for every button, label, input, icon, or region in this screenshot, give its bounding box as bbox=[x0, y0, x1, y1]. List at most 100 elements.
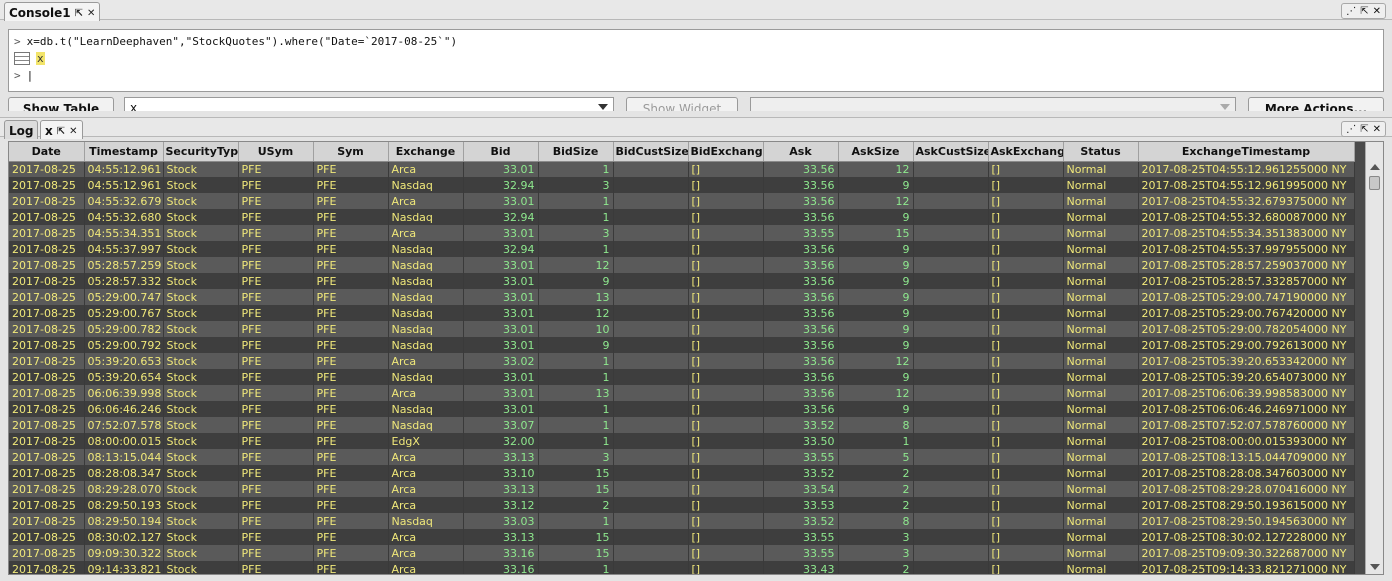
table-cell-usym[interactable]: PFE bbox=[238, 209, 314, 225]
table-cell-bidsize[interactable]: 13 bbox=[538, 289, 614, 305]
table-cell-status[interactable]: Normal bbox=[1063, 369, 1139, 385]
table-cell-ask[interactable]: 33.53 bbox=[763, 497, 839, 513]
table-cell-securitytype[interactable]: Stock bbox=[163, 225, 239, 241]
table-cell-exchange[interactable]: Nasdaq bbox=[388, 177, 464, 193]
table-cell-bidcustsize[interactable] bbox=[613, 465, 689, 481]
table-cell-askexchange[interactable]: [] bbox=[988, 545, 1064, 561]
table-cell-exchangetimestamp[interactable]: 2017-08-25T05:29:00.747190000 NY bbox=[1138, 289, 1355, 305]
table-cell-status[interactable]: Normal bbox=[1063, 225, 1139, 241]
table-cell-bid[interactable]: 33.10 bbox=[463, 465, 539, 481]
table-cell-askexchange[interactable]: [] bbox=[988, 561, 1064, 574]
table-cell-sym[interactable]: PFE bbox=[313, 385, 389, 401]
table-cell-bidsize[interactable]: 3 bbox=[538, 225, 614, 241]
table-cell-date[interactable]: 2017-08-25 bbox=[9, 289, 85, 305]
table-cell-bidcustsize[interactable] bbox=[613, 193, 689, 209]
table-cell-bidexchange[interactable]: [] bbox=[688, 433, 764, 449]
table-cell-asksize[interactable]: 9 bbox=[838, 257, 914, 273]
table-cell-ask[interactable]: 33.52 bbox=[763, 513, 839, 529]
table-cell-securitytype[interactable]: Stock bbox=[163, 385, 239, 401]
table-cell-exchange[interactable]: Nasdaq bbox=[388, 321, 464, 337]
table-cell-bidcustsize[interactable] bbox=[613, 369, 689, 385]
table-cell-exchange[interactable]: Arca bbox=[388, 561, 464, 574]
table-cell-sym[interactable]: PFE bbox=[313, 353, 389, 369]
table-cell-askexchange[interactable]: [] bbox=[988, 161, 1064, 177]
close-icon[interactable]: ✕ bbox=[1373, 6, 1381, 17]
table-cell-asksize[interactable]: 2 bbox=[838, 465, 914, 481]
table-row[interactable]: 2017-08-25 04:55:37.997 Stock PFE PFE Nasdaq 3… bbox=[9, 241, 1355, 257]
table-cell-ask[interactable]: 33.54 bbox=[763, 481, 839, 497]
table-cell-bid[interactable]: 33.01 bbox=[463, 337, 539, 353]
vertical-scrollbar[interactable] bbox=[1365, 142, 1383, 574]
table-cell-exchange[interactable]: Arca bbox=[388, 449, 464, 465]
table-cell-date[interactable]: 2017-08-25 bbox=[9, 417, 85, 433]
table-cell-securitytype[interactable]: Stock bbox=[163, 337, 239, 353]
table-cell-bid[interactable]: 33.02 bbox=[463, 353, 539, 369]
table-cell-bidcustsize[interactable] bbox=[613, 305, 689, 321]
table-cell-status[interactable]: Normal bbox=[1063, 257, 1139, 273]
table-cell-askcustsize[interactable] bbox=[913, 529, 989, 545]
table-cell-ask[interactable]: 33.55 bbox=[763, 529, 839, 545]
table-cell-timestamp[interactable]: 08:13:15.044 bbox=[84, 449, 164, 465]
table-cell-status[interactable]: Normal bbox=[1063, 449, 1139, 465]
table-cell-timestamp[interactable]: 07:52:07.578 bbox=[84, 417, 164, 433]
table-cell-status[interactable]: Normal bbox=[1063, 465, 1139, 481]
table-cell-sym[interactable]: PFE bbox=[313, 513, 389, 529]
table-cell-asksize[interactable]: 9 bbox=[838, 241, 914, 257]
table-cell-bidexchange[interactable]: [] bbox=[688, 161, 764, 177]
table-cell-bidexchange[interactable]: [] bbox=[688, 321, 764, 337]
table-cell-exchange[interactable]: Nasdaq bbox=[388, 273, 464, 289]
column-header-bidexchange[interactable]: BidExchange bbox=[688, 142, 764, 162]
table-cell-bid[interactable]: 32.94 bbox=[463, 209, 539, 225]
table-cell-exchange[interactable]: Nasdaq bbox=[388, 209, 464, 225]
table-cell-asksize[interactable]: 15 bbox=[838, 225, 914, 241]
table-cell-bidcustsize[interactable] bbox=[613, 353, 689, 369]
table-cell-bidcustsize[interactable] bbox=[613, 209, 689, 225]
column-header-date[interactable]: Date bbox=[9, 142, 85, 162]
table-cell-bidexchange[interactable]: [] bbox=[688, 225, 764, 241]
table-cell-bid[interactable]: 33.07 bbox=[463, 417, 539, 433]
table-cell-securitytype[interactable]: Stock bbox=[163, 321, 239, 337]
table-cell-bidexchange[interactable]: [] bbox=[688, 289, 764, 305]
split-icon[interactable]: ⋰ bbox=[1346, 124, 1356, 135]
table-cell-ask[interactable]: 33.55 bbox=[763, 449, 839, 465]
table-cell-bidsize[interactable]: 1 bbox=[538, 513, 614, 529]
table-cell-bid[interactable]: 33.01 bbox=[463, 369, 539, 385]
table-cell-exchange[interactable]: Arca bbox=[388, 353, 464, 369]
table-cell-askcustsize[interactable] bbox=[913, 257, 989, 273]
table-cell-securitytype[interactable]: Stock bbox=[163, 481, 239, 497]
table-cell-askcustsize[interactable] bbox=[913, 417, 989, 433]
table-cell-bid[interactable]: 32.94 bbox=[463, 241, 539, 257]
table-cell-date[interactable]: 2017-08-25 bbox=[9, 273, 85, 289]
table-cell-sym[interactable]: PFE bbox=[313, 481, 389, 497]
table-cell-exchangetimestamp[interactable]: 2017-08-25T05:29:00.782054000 NY bbox=[1138, 321, 1355, 337]
table-row[interactable]: 2017-08-25 06:06:46.246 Stock PFE PFE Nasdaq 3… bbox=[9, 401, 1355, 417]
table-cell-bidsize[interactable]: 15 bbox=[538, 545, 614, 561]
column-header-ask[interactable]: Ask bbox=[763, 142, 839, 162]
table-cell-bidexchange[interactable]: [] bbox=[688, 273, 764, 289]
tab-log[interactable]: Log bbox=[4, 120, 39, 139]
result-variable-link[interactable]: x bbox=[36, 52, 45, 65]
table-cell-date[interactable]: 2017-08-25 bbox=[9, 513, 85, 529]
table-row[interactable]: 2017-08-25 08:29:28.070 Stock PFE PFE Arca 33.… bbox=[9, 481, 1355, 497]
table-cell-date[interactable]: 2017-08-25 bbox=[9, 545, 85, 561]
column-header-bid[interactable]: Bid bbox=[463, 142, 539, 162]
table-cell-usym[interactable]: PFE bbox=[238, 241, 314, 257]
table-cell-asksize[interactable]: 8 bbox=[838, 417, 914, 433]
table-cell-askexchange[interactable]: [] bbox=[988, 513, 1064, 529]
table-cell-bid[interactable]: 33.12 bbox=[463, 497, 539, 513]
table-cell-exchangetimestamp[interactable]: 2017-08-25T05:39:20.653342000 NY bbox=[1138, 353, 1355, 369]
column-header-sym[interactable]: Sym bbox=[313, 142, 389, 162]
table-cell-bid[interactable]: 33.01 bbox=[463, 289, 539, 305]
column-header-bidcustsize[interactable]: BidCustSize bbox=[613, 142, 689, 162]
table-cell-securitytype[interactable]: Stock bbox=[163, 529, 239, 545]
table-cell-date[interactable]: 2017-08-25 bbox=[9, 529, 85, 545]
more-actions-button[interactable]: More Actions... bbox=[1248, 97, 1384, 111]
table-cell-bidsize[interactable]: 1 bbox=[538, 417, 614, 433]
table-row[interactable]: 2017-08-25 05:28:57.259 Stock PFE PFE Nasdaq 3… bbox=[9, 257, 1355, 273]
table-cell-usym[interactable]: PFE bbox=[238, 561, 314, 574]
table-cell-securitytype[interactable]: Stock bbox=[163, 417, 239, 433]
table-cell-asksize[interactable]: 2 bbox=[838, 497, 914, 513]
table-cell-bid[interactable]: 32.94 bbox=[463, 177, 539, 193]
table-cell-askexchange[interactable]: [] bbox=[988, 449, 1064, 465]
table-cell-exchange[interactable]: Arca bbox=[388, 481, 464, 497]
